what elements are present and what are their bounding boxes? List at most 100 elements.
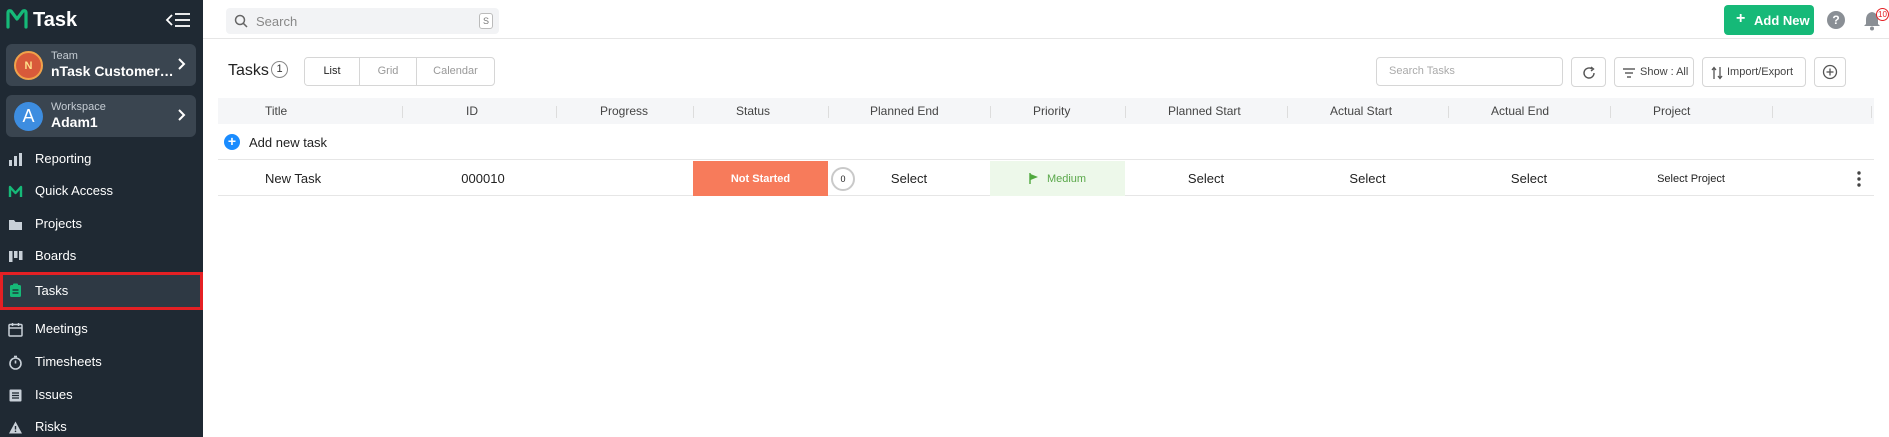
chevron-right-icon — [178, 109, 186, 121]
team-avatar: N — [14, 51, 43, 80]
planned-start-select[interactable]: Select — [1125, 161, 1287, 196]
plus-circle-icon — [1822, 64, 1838, 80]
folder-icon — [9, 220, 22, 230]
column-divider — [828, 106, 829, 118]
column-header-status[interactable]: Status — [736, 104, 770, 118]
add-column-button[interactable] — [1814, 57, 1846, 87]
global-search-input[interactable]: Search S — [226, 8, 499, 34]
help-icon[interactable]: ? — [1827, 11, 1845, 29]
sidebar-item-label: Risks — [35, 419, 67, 434]
column-header-priority[interactable]: Priority — [1033, 104, 1070, 118]
sidebar: Task N Team nTask Customer S... A Worksp… — [0, 0, 203, 437]
status-dropdown[interactable]: Not Started — [693, 161, 828, 196]
priority-label: Medium — [1046, 172, 1087, 185]
priority-dropdown[interactable]: Medium — [990, 161, 1125, 196]
app-root: Task N Team nTask Customer S... A Worksp… — [0, 0, 1889, 437]
search-tasks-input[interactable]: Search Tasks — [1376, 57, 1563, 86]
add-circle-icon: + — [224, 134, 240, 150]
refresh-button[interactable] — [1571, 57, 1606, 87]
sidebar-item-boards[interactable]: Boards — [0, 240, 203, 272]
bar-chart-icon — [9, 153, 22, 166]
column-header-title[interactable]: Title — [265, 104, 287, 118]
view-tab-grid[interactable]: Grid — [360, 58, 417, 85]
column-header-id[interactable]: ID — [466, 104, 478, 118]
column-divider — [1287, 106, 1288, 118]
add-new-button[interactable]: + Add New — [1724, 5, 1814, 35]
sidebar-item-label: Projects — [35, 216, 82, 231]
workspace-switcher[interactable]: A Workspace Adam1 — [6, 95, 196, 137]
sidebar-item-meetings[interactable]: Meetings — [0, 313, 203, 345]
column-divider — [693, 106, 694, 118]
add-new-task-row[interactable]: + Add new task — [218, 128, 1874, 160]
workspace-name: Adam1 — [51, 114, 98, 130]
task-count-badge: 1 — [271, 61, 288, 78]
refresh-icon — [1583, 66, 1595, 79]
import-export-label: Import/Export — [1727, 66, 1794, 78]
sidebar-item-reporting[interactable]: Reporting — [0, 143, 203, 175]
view-tab-list[interactable]: List — [305, 58, 360, 85]
column-divider — [1125, 106, 1126, 118]
column-header-project[interactable]: Project — [1653, 104, 1690, 118]
sidebar-item-label: Timesheets — [35, 354, 102, 369]
chevron-right-icon — [178, 58, 186, 70]
clipboard-icon — [10, 283, 21, 297]
column-header-progress[interactable]: Progress — [600, 104, 648, 118]
column-divider — [1871, 106, 1872, 118]
column-header-planned-end[interactable]: Planned End — [870, 104, 939, 118]
planned-end-select[interactable]: Select — [828, 161, 990, 196]
add-new-label: Add New — [1754, 13, 1810, 28]
flag-icon — [1029, 173, 1038, 184]
view-toggle: List Grid Calendar — [304, 57, 495, 86]
board-icon — [9, 251, 23, 262]
project-select[interactable]: Select Project — [1610, 161, 1772, 196]
issue-list-icon — [9, 389, 22, 402]
app-name: Task — [33, 9, 78, 31]
sidebar-item-label: Issues — [35, 387, 73, 402]
warning-icon — [9, 421, 22, 434]
sidebar-item-label: Reporting — [35, 151, 92, 166]
sidebar-item-tasks[interactable]: Tasks — [0, 272, 203, 310]
sort-arrows-icon — [1711, 66, 1723, 80]
search-shortcut-key: S — [479, 13, 493, 29]
team-name: nTask Customer S... — [51, 63, 176, 79]
collapse-sidebar-icon[interactable] — [164, 10, 192, 30]
import-export-button[interactable]: Import/Export — [1702, 57, 1806, 87]
sidebar-item-label: Boards — [35, 248, 77, 263]
show-filter-button[interactable]: Show : All — [1614, 57, 1694, 87]
column-divider — [1610, 106, 1611, 118]
ntask-logo-icon — [8, 185, 23, 197]
filter-icon — [1623, 68, 1635, 78]
sidebar-item-timesheets[interactable]: Timesheets — [0, 346, 203, 378]
add-new-task-label: Add new task — [249, 135, 328, 150]
show-filter-label: Show : All — [1640, 66, 1689, 78]
column-divider — [556, 106, 557, 118]
more-options-icon[interactable] — [1854, 169, 1864, 189]
table-header: Title ID Progress Status Planned End Pri… — [218, 98, 1874, 124]
notification-count-badge: 10 — [1876, 8, 1889, 21]
task-title-cell[interactable]: New Task — [233, 161, 358, 196]
sidebar-item-risks[interactable]: Risks — [0, 411, 203, 437]
team-kicker: Team — [51, 50, 78, 62]
stopwatch-icon — [9, 355, 22, 370]
workspace-kicker: Workspace — [51, 101, 106, 113]
view-tab-calendar[interactable]: Calendar — [417, 58, 494, 85]
column-header-actual-start[interactable]: Actual Start — [1330, 104, 1392, 118]
calendar-icon — [8, 323, 23, 337]
sidebar-item-quick-access[interactable]: Quick Access — [0, 175, 203, 207]
sidebar-item-projects[interactable]: Projects — [0, 208, 203, 240]
top-bar: Search S + Add New ? 10 — [203, 0, 1889, 39]
table-row[interactable]: New Task 000010 0 Not Started Select Med… — [218, 161, 1874, 196]
sidebar-item-issues[interactable]: Issues — [0, 379, 203, 411]
column-divider — [990, 106, 991, 118]
column-header-planned-start[interactable]: Planned Start — [1168, 104, 1241, 118]
notifications-button[interactable]: 10 — [1863, 8, 1889, 32]
plus-icon: + — [1736, 10, 1746, 27]
column-header-actual-end[interactable]: Actual End — [1491, 104, 1549, 118]
column-divider — [1448, 106, 1449, 118]
team-switcher[interactable]: N Team nTask Customer S... — [6, 44, 196, 86]
sidebar-item-label: Quick Access — [35, 183, 114, 198]
sidebar-item-label: Meetings — [35, 321, 88, 336]
actual-start-select[interactable]: Select — [1287, 161, 1448, 196]
ntask-logo-icon — [6, 9, 28, 29]
actual-end-select[interactable]: Select — [1448, 161, 1610, 196]
